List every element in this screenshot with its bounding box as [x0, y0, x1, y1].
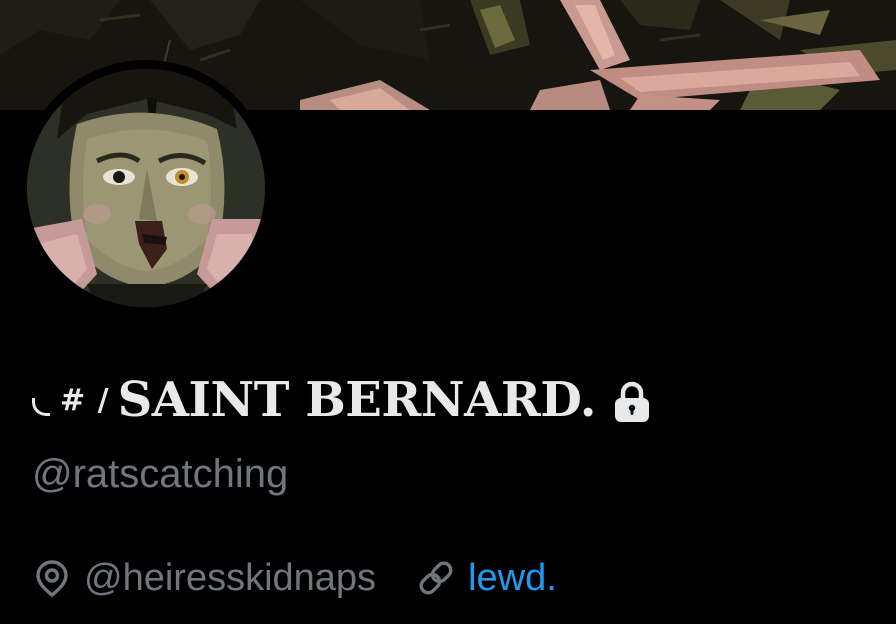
location-text: @heiresskidnaps [84, 556, 377, 599]
slash-glyph: / [97, 382, 110, 418]
website-link[interactable]: lewd. [468, 557, 557, 600]
profile-page: # / SAINT BERNARD. @ratscatching @heires… [0, 0, 896, 624]
website-item[interactable]: lewd. [416, 557, 557, 600]
hash-glyph: # [60, 382, 87, 418]
location-pin-icon [36, 560, 68, 598]
arc-glyph-icon [32, 397, 50, 416]
display-name-prefix: # / [32, 383, 110, 418]
display-name-text: SAINT BERNARD. [117, 372, 597, 428]
display-name: # / SAINT BERNARD. [32, 365, 652, 435]
location-item: @heiresskidnaps [32, 557, 376, 600]
profile-meta-row: @heiresskidnaps lewd. [32, 552, 557, 604]
link-icon [419, 561, 453, 595]
avatar-image [27, 69, 265, 307]
avatar[interactable] [18, 60, 274, 316]
lock-icon [614, 381, 649, 422]
username-handle: @ratscatching [32, 452, 289, 496]
